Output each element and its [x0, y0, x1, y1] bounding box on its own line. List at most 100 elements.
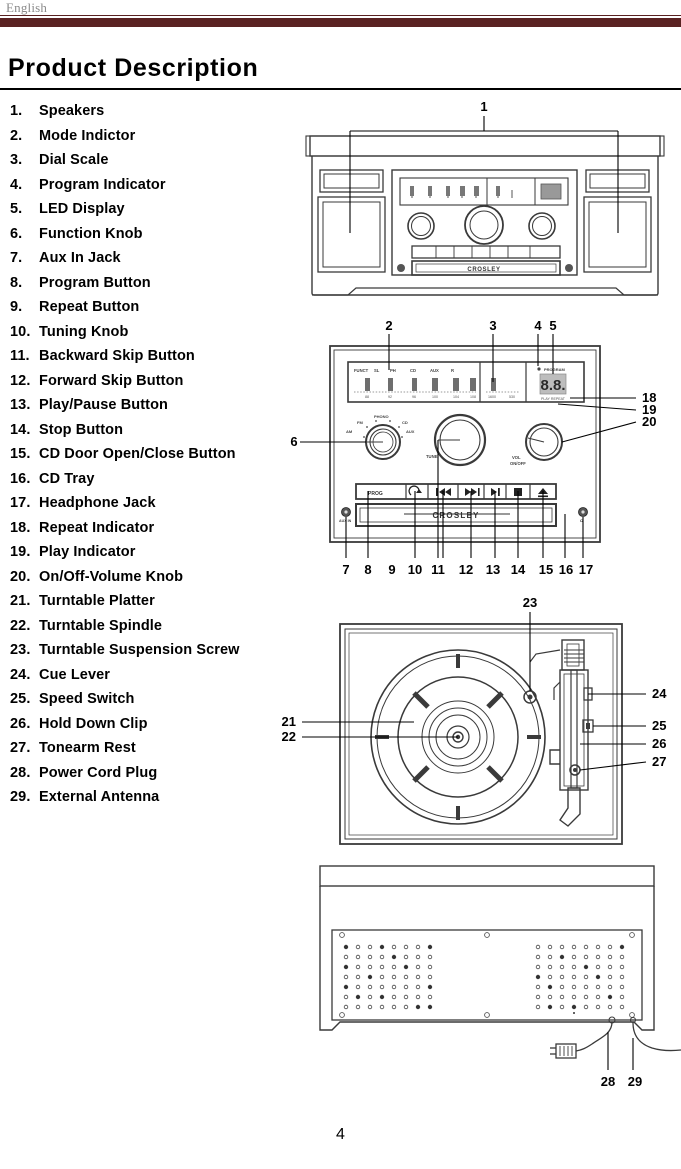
list-item-number: 15.	[10, 446, 31, 462]
mode-label-aux: AUX	[430, 368, 439, 373]
list-item-number: 4.	[10, 176, 23, 193]
list-item-number: 2.	[10, 127, 23, 144]
function-label-cd: CD	[402, 420, 408, 425]
list-item-label: Power Cord Plug	[39, 764, 158, 781]
list-item: 5. LED Display	[10, 201, 300, 226]
list-item-number: 18.	[10, 519, 31, 536]
callout-13: 13	[486, 562, 500, 577]
list-item-number: 28.	[10, 764, 31, 781]
list-item-label: Turntable Platter	[39, 593, 155, 609]
list-item-label: Repeat Button	[39, 299, 140, 315]
list-item: 7. Aux In Jack	[10, 250, 300, 275]
list-item-label: Speakers	[39, 103, 105, 119]
list-item-number: 9.	[10, 299, 23, 315]
list-item-number: 22.	[10, 617, 31, 634]
callout-8: 8	[364, 562, 371, 577]
volume-knob-label-vol: VOL	[512, 455, 521, 460]
list-item-label: Turntable Spindle	[39, 617, 163, 634]
list-item: 20. On/Off-Volume Knob	[10, 569, 300, 594]
list-item: 19. Play Indicator	[10, 544, 300, 569]
callout-9: 9	[388, 562, 395, 577]
function-label-am: AM	[346, 429, 353, 434]
list-item: 21. Turntable Platter	[10, 593, 300, 618]
list-item-label: On/Off-Volume Knob	[39, 568, 184, 585]
list-item-label: Hold Down Clip	[39, 715, 148, 732]
volume-knob-label-onoff: ON/OFF	[510, 461, 526, 466]
callout-23: 23	[523, 595, 537, 610]
mode-label-r: R	[451, 368, 454, 373]
list-item-label: Stop Button	[39, 421, 124, 438]
fm-tick-96: 96	[412, 395, 416, 399]
list-item-number: 21.	[10, 593, 31, 609]
callout-11: 11	[431, 562, 445, 577]
fm-tick-88: 88	[365, 395, 369, 399]
play-repeat-indicator-label: PLAY REPEAT	[541, 397, 566, 401]
list-item-label: CD Door Open/Close Button	[39, 446, 236, 462]
list-item: 15. CD Door Open/Close Button	[10, 446, 300, 471]
list-item: 8. Program Button	[10, 275, 300, 300]
function-label-fm: FM	[357, 420, 363, 425]
function-label-aux: AUX	[406, 429, 415, 434]
list-item: 12. Forward Skip Button	[10, 373, 300, 398]
list-item: 28. Power Cord Plug	[10, 765, 300, 790]
tuning-knob-label: TUNE	[426, 454, 438, 459]
list-item-number: 17.	[10, 495, 31, 511]
list-item-label: Tuning Knob	[39, 323, 129, 340]
list-item: 6. Function Knob	[10, 226, 300, 251]
list-item: 1. Speakers	[10, 103, 300, 128]
list-item-label: CD Tray	[39, 470, 95, 487]
svg-text:CROSLEY: CROSLEY	[467, 267, 500, 273]
list-item-number: 25.	[10, 691, 31, 707]
callout-6: 6	[290, 434, 297, 449]
aux-in-jack-label: AUX IN	[339, 519, 352, 523]
callout-1: 1	[480, 99, 487, 114]
list-item: 13. Play/Pause Button	[10, 397, 300, 422]
callout-29: 29	[628, 1074, 642, 1089]
repeat-icon-arrow	[416, 489, 422, 493]
list-item: 22. Turntable Spindle	[10, 618, 300, 643]
fm-tick-104: 104	[453, 395, 459, 399]
cd-tray-brand: CROSLEY	[432, 511, 479, 520]
list-item-number: 12.	[10, 372, 31, 389]
list-item-number: 10.	[10, 323, 31, 340]
callout-17: 17	[579, 562, 593, 577]
list-item-label: Mode Indictor	[39, 127, 136, 144]
list-item: 2. Mode Indictor	[10, 128, 300, 153]
list-item: 3. Dial Scale	[10, 152, 300, 177]
list-item-number: 1.	[10, 103, 23, 119]
callout-14: 14	[511, 562, 526, 577]
list-item-number: 6.	[10, 225, 23, 242]
prog-button-label: PROG	[368, 491, 383, 497]
led-display-value: 8.8.	[540, 377, 565, 394]
list-item-label: Program Button	[39, 274, 151, 291]
diagram-rear-view: 28 29	[288, 852, 681, 1110]
list-item: 14. Stop Button	[10, 422, 300, 447]
list-item-label: Cue Lever	[39, 666, 111, 683]
callout-16: 16	[559, 562, 573, 577]
header-thin-rule	[0, 15, 681, 16]
mode-label-funct: FUNCT	[354, 368, 369, 373]
list-item-number: 8.	[10, 274, 23, 291]
list-item-label: Dial Scale	[39, 152, 109, 168]
callout-10: 10	[408, 562, 422, 577]
diagram-turntable-view: 23 21 22 24 25 26 27	[268, 592, 681, 854]
list-item: 16. CD Tray	[10, 471, 300, 496]
list-item-label: Backward Skip Button	[39, 348, 195, 364]
list-item-number: 23.	[10, 642, 31, 658]
callout-12: 12	[459, 562, 473, 577]
list-item-label: Repeat Indicator	[39, 519, 155, 536]
fm-tick-108: 108	[470, 395, 476, 399]
list-item-number: 3.	[10, 152, 23, 168]
program-indicator-label: PROGRAM	[544, 367, 566, 372]
diagram-control-panel: FUNCT SL PH CD AUX R 88 92 96 100 104 10…	[288, 318, 681, 588]
mode-label-cd: CD	[410, 368, 416, 373]
callout-28: 28	[601, 1074, 615, 1089]
list-item-number: 24.	[10, 666, 31, 683]
skip-forward-icon	[465, 488, 480, 496]
list-item-label: Program Indicator	[39, 176, 166, 193]
function-label-phono: PHONO	[374, 414, 389, 419]
mode-label-ph: PH	[390, 368, 396, 373]
list-item-label: Speed Switch	[39, 691, 135, 707]
list-item-number: 29.	[10, 789, 31, 805]
list-item-label: Turntable Suspension Screw	[39, 642, 240, 658]
